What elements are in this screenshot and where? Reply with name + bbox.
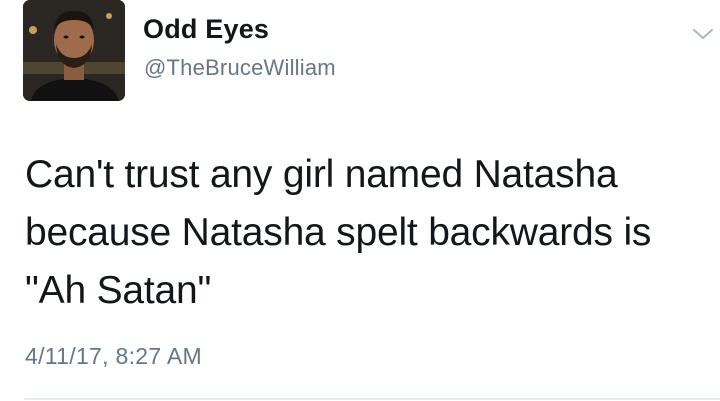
tweet-text-line: Can't trust any girl named Natasha xyxy=(25,153,618,196)
tweet-text: Can't trust any girl named Natasha becau… xyxy=(25,146,705,320)
display-name[interactable]: Odd Eyes xyxy=(143,14,269,45)
avatar[interactable] xyxy=(23,0,125,101)
user-handle[interactable]: @TheBruceWilliam xyxy=(144,55,336,81)
tweet-timestamp[interactable]: 4/11/17, 8:27 AM xyxy=(25,343,202,370)
chevron-down-icon[interactable] xyxy=(691,24,715,44)
tweet-text-line: "Ah Satan" xyxy=(25,269,212,312)
tweet-card: Odd Eyes @TheBruceWilliam Can't trust an… xyxy=(0,0,720,401)
avatar-photo xyxy=(23,0,125,101)
tweet-text-line: because Natasha spelt backwards is xyxy=(25,211,652,254)
divider xyxy=(24,398,720,400)
